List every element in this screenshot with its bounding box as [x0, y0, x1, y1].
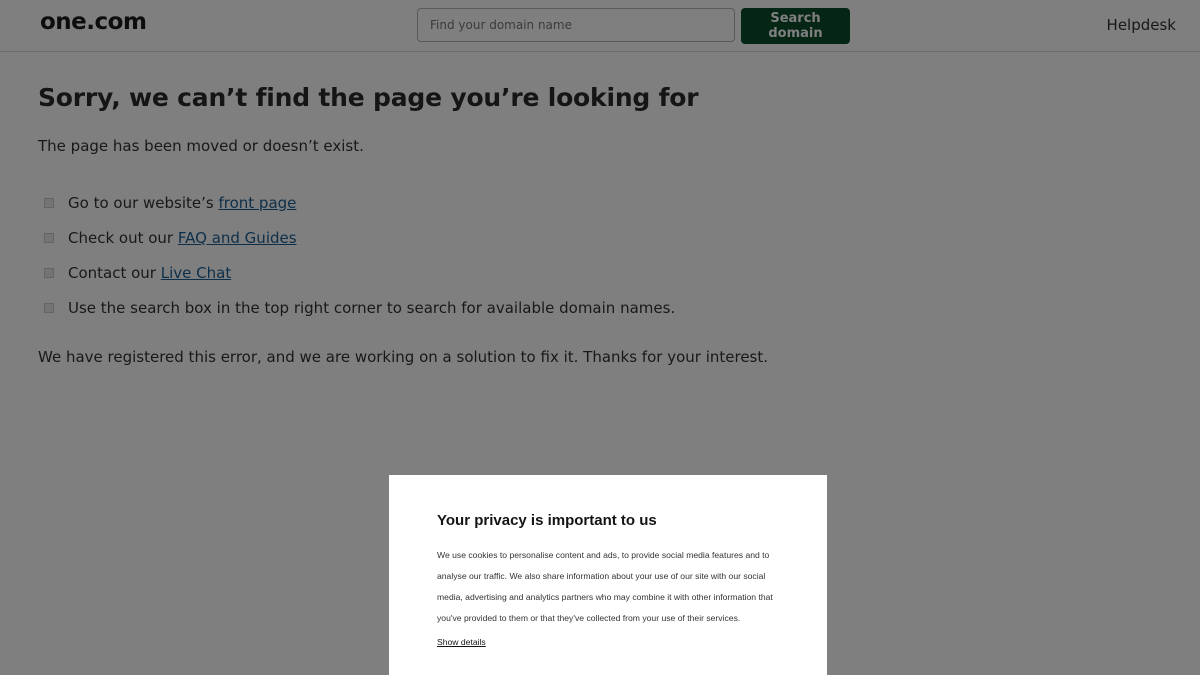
show-details-link[interactable]: Show details	[437, 637, 486, 647]
cookie-dialog-body: We use cookies to personalise content an…	[437, 550, 773, 623]
cookie-dialog-title: Your privacy is important to us	[437, 512, 657, 529]
cookie-consent-dialog: Your privacy is important to us We use c…	[389, 475, 827, 675]
